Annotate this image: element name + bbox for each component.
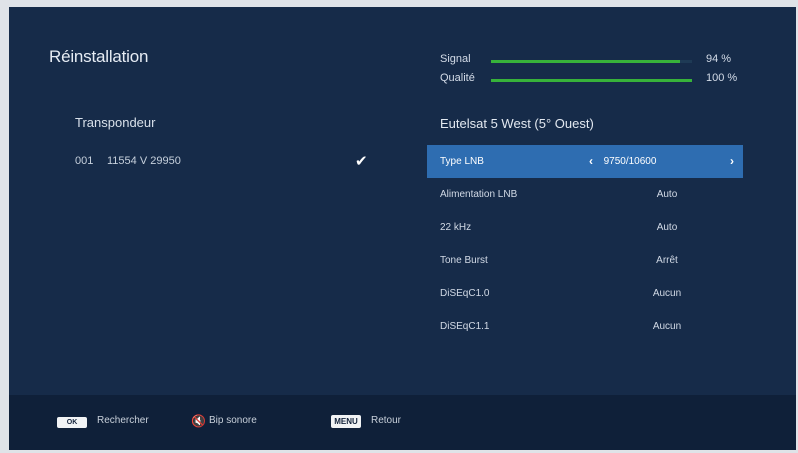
setting-22khz[interactable]: 22 kHz Auto	[427, 211, 743, 244]
transponder-description: 11554 V 29950	[107, 155, 181, 167]
search-hint: Rechercher	[97, 415, 149, 426]
back-hint: Retour	[371, 415, 402, 426]
setting-value: Aucun	[652, 321, 682, 332]
setting-value: Auto	[656, 189, 678, 200]
page-title: Réinstallation	[49, 47, 149, 66]
setting-label: Type LNB	[440, 156, 484, 167]
signal-label: Signal	[440, 53, 471, 65]
setting-label: DiSEqC1.0	[440, 288, 490, 299]
setting-label: Tone Burst	[440, 255, 488, 266]
quality-label: Qualité	[440, 72, 475, 84]
setting-diseqc-1-0[interactable]: DiSEqC1.0 Aucun	[427, 277, 743, 310]
settings-list: Type LNB ‹ 9750/10600 › Alimentation LNB…	[427, 145, 743, 343]
signal-bar	[491, 60, 692, 63]
signal-value: 94 %	[706, 53, 732, 65]
quality-meter: Qualité 100 %	[440, 71, 770, 89]
mute-speaker-icon: 🔇	[191, 414, 206, 428]
setting-lnb-type[interactable]: Type LNB ‹ 9750/10600 ›	[427, 145, 743, 178]
footer-bar: OK Rechercher 🔇 Bip sonore MENU Retour	[9, 395, 796, 450]
ok-key-icon[interactable]: OK	[57, 417, 87, 428]
checkmark-icon: ✔	[355, 153, 368, 170]
setting-value: 9750/10600	[603, 156, 657, 167]
setting-label: DiSEqC1.1	[440, 321, 490, 332]
chevron-right-icon[interactable]: ›	[730, 154, 734, 168]
setting-value: Auto	[656, 222, 678, 233]
signal-meter: Signal 94 %	[440, 52, 770, 70]
setting-label: 22 kHz	[440, 222, 472, 233]
tv-screen: Réinstallation Signal 94 % Qualité 100 %…	[9, 7, 796, 450]
setting-label: Alimentation LNB	[440, 189, 518, 200]
transponder-number: 001	[75, 155, 94, 167]
quality-value: 100 %	[706, 72, 738, 84]
transponder-row[interactable]: 001 11554 V 29950 ✔	[75, 153, 395, 173]
satellite-name: Eutelsat 5 West (5° Ouest)	[440, 116, 594, 131]
signal-bar-fill	[491, 60, 680, 63]
setting-value: Arrêt	[656, 255, 678, 266]
setting-lnb-power[interactable]: Alimentation LNB Auto	[427, 178, 743, 211]
menu-key-icon[interactable]: MENU	[331, 415, 361, 428]
setting-value: Aucun	[652, 288, 682, 299]
setting-diseqc-1-1[interactable]: DiSEqC1.1 Aucun	[427, 310, 743, 343]
transponder-header: Transpondeur	[75, 115, 156, 130]
setting-tone-burst[interactable]: Tone Burst Arrêt	[427, 244, 743, 277]
beep-hint: Bip sonore	[209, 415, 257, 426]
quality-bar	[491, 79, 692, 82]
quality-bar-fill	[491, 79, 692, 82]
